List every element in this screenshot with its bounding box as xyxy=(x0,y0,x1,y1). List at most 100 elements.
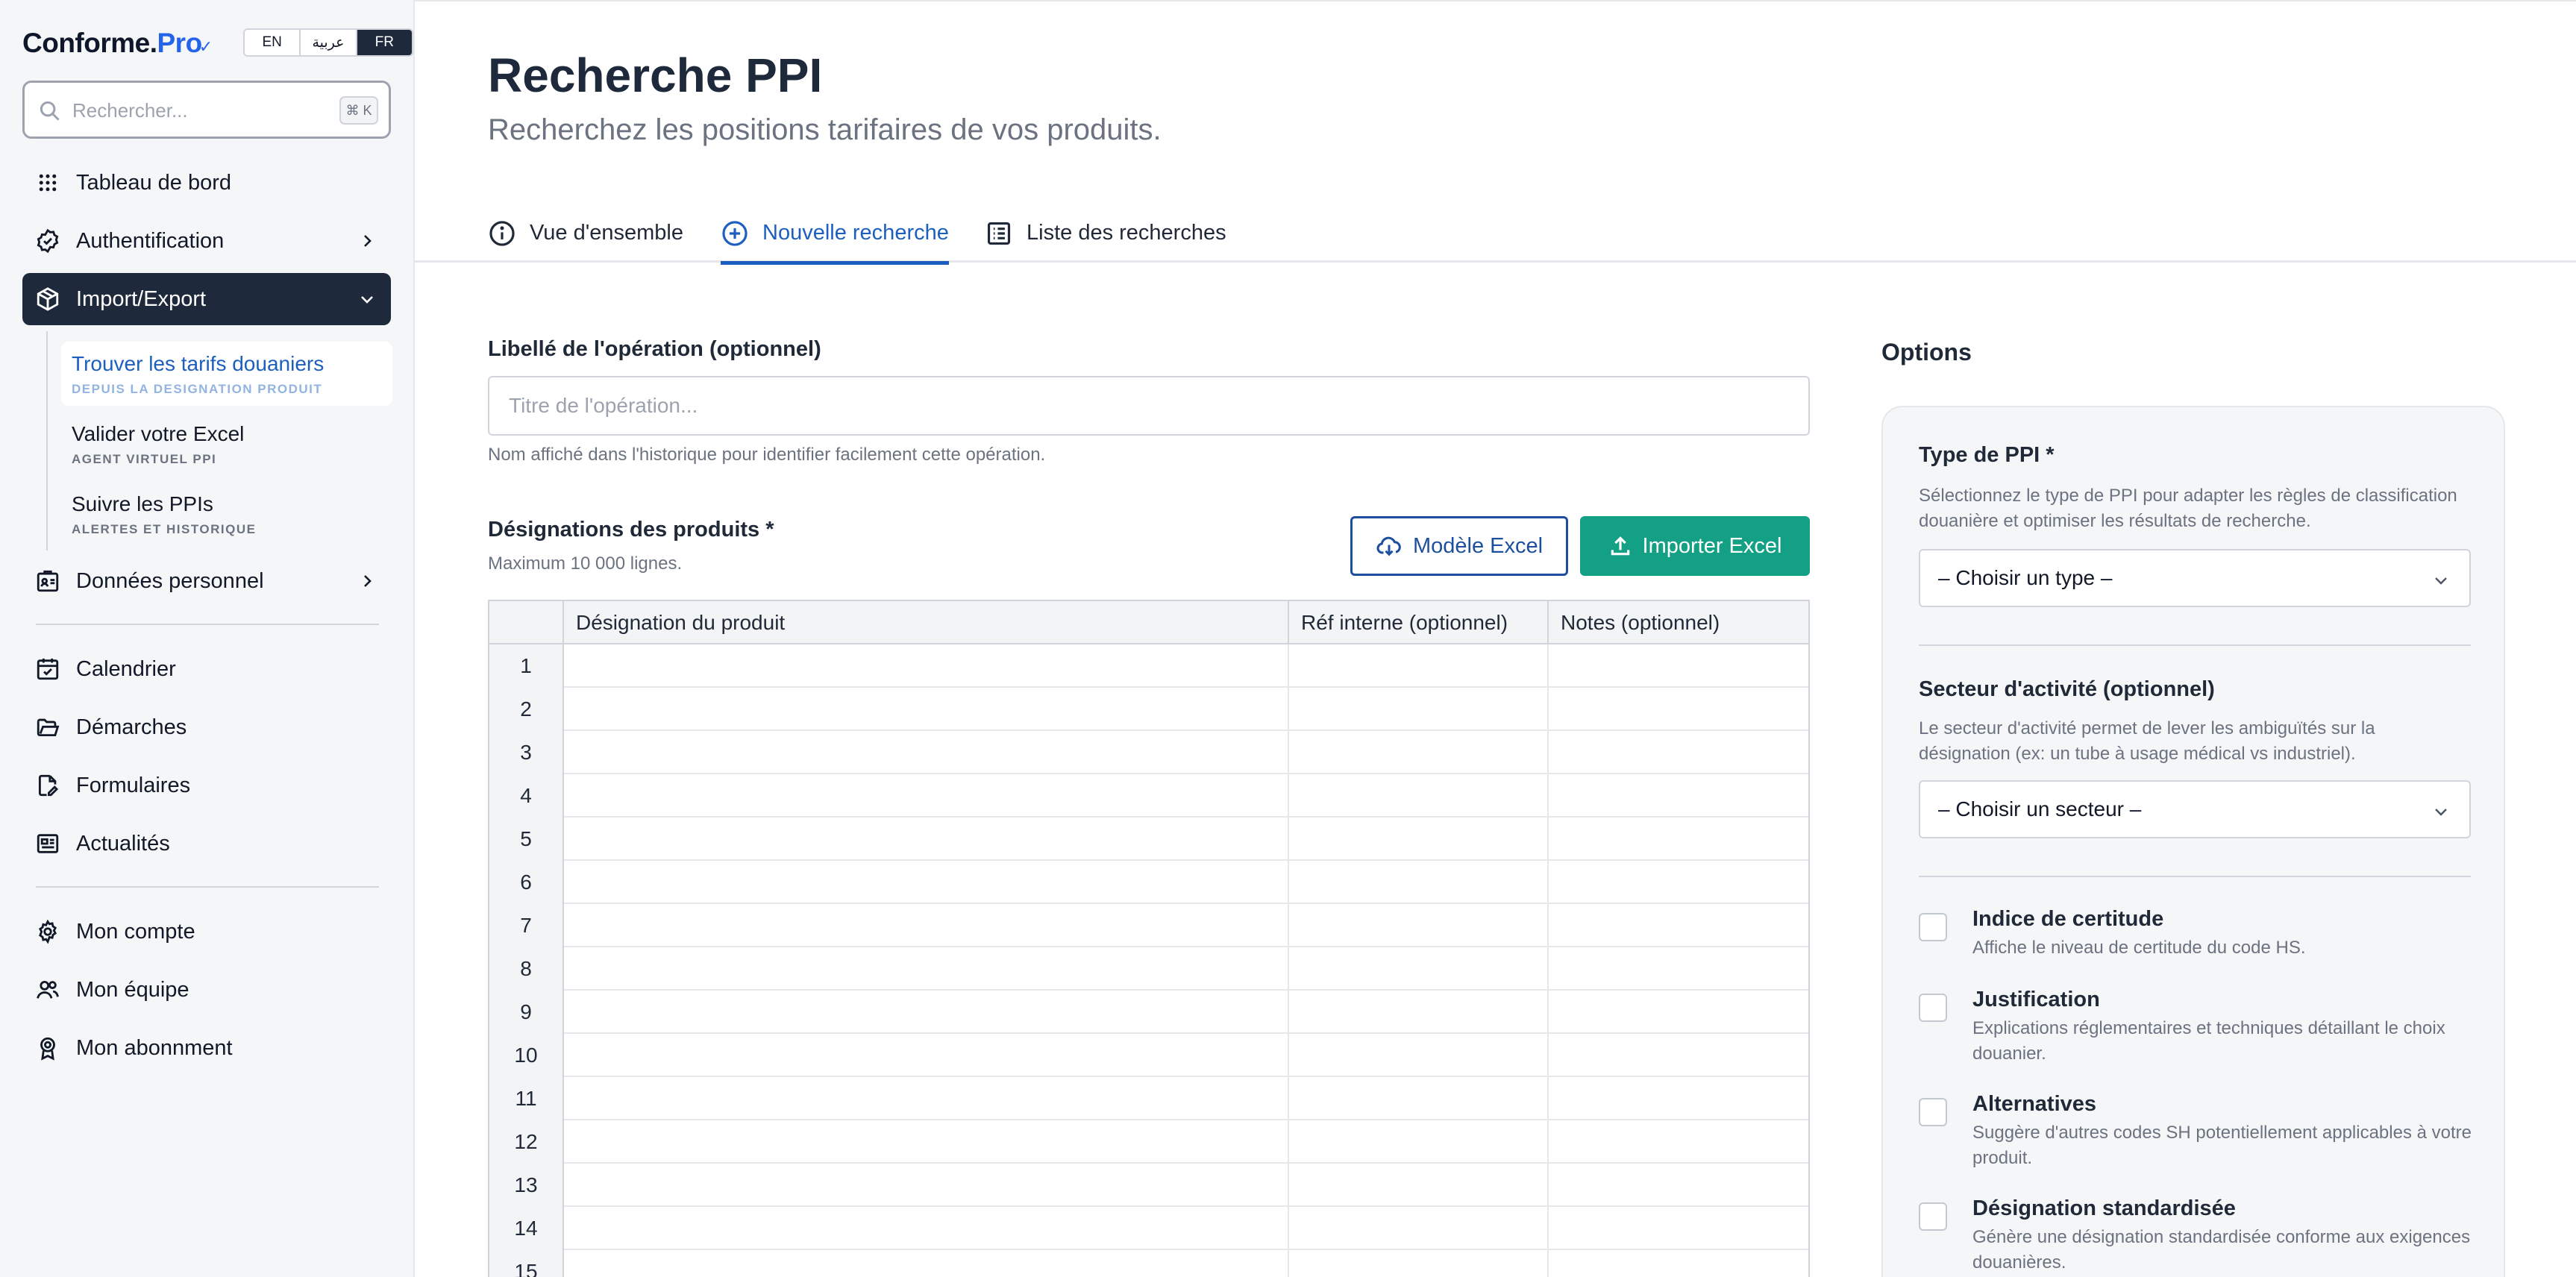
internal-ref-cell[interactable] xyxy=(1289,644,1549,688)
subnav-item-tariffs[interactable]: Trouver les tarifs douaniers DEPUIS LA D… xyxy=(61,342,392,406)
sidebar-item-forms[interactable]: Formulaires xyxy=(22,759,391,812)
subnav-item-follow-ppis[interactable]: Suivre les PPIs ALERTES ET HISTORIQUE xyxy=(61,482,392,546)
designation-cell[interactable] xyxy=(564,774,1289,818)
sidebar-item-team[interactable]: Mon équipe xyxy=(22,964,391,1016)
notes-cell[interactable] xyxy=(1549,947,1808,991)
sidebar-item-label: Formulaires xyxy=(76,773,191,797)
notes-cell[interactable] xyxy=(1549,644,1808,688)
column-header-notes[interactable]: Notes (optionnel) xyxy=(1549,601,1808,644)
sidebar-item-import-export[interactable]: Import/Export xyxy=(22,273,391,325)
designation-cell[interactable] xyxy=(564,1034,1289,1077)
table-row: 13 xyxy=(489,1164,1808,1207)
sidebar-item-label: Calendrier xyxy=(76,656,176,681)
internal-ref-cell[interactable] xyxy=(1289,861,1549,904)
designation-cell[interactable] xyxy=(564,1250,1289,1277)
sidebar: Conforme.Pro✓ EN عربية FR Rechercher... … xyxy=(0,0,415,1277)
tab-new-search[interactable]: Nouvelle recherche xyxy=(721,204,949,265)
designation-cell[interactable] xyxy=(564,688,1289,731)
tabs: Vue d'ensemble Nouvelle recherche Liste … xyxy=(415,189,2576,265)
excel-template-button[interactable]: Modèle Excel xyxy=(1350,516,1568,576)
column-header-internal-ref[interactable]: Réf interne (optionnel) xyxy=(1289,601,1549,644)
certainty-index-checkbox[interactable] xyxy=(1919,913,1947,941)
lang-fr[interactable]: FR xyxy=(357,30,412,55)
tab-search-list[interactable]: Liste des recherches xyxy=(985,204,1226,263)
notes-cell[interactable] xyxy=(1549,1034,1808,1077)
notes-cell[interactable] xyxy=(1549,861,1808,904)
column-header-designation[interactable]: Désignation du produit xyxy=(564,601,1289,644)
subnav-item-title: Trouver les tarifs douaniers xyxy=(72,352,325,375)
notes-cell[interactable] xyxy=(1549,1164,1808,1207)
sidebar-item-calendar[interactable]: Calendrier xyxy=(22,643,391,695)
info-icon xyxy=(489,221,515,246)
justification-checkbox[interactable] xyxy=(1919,994,1947,1022)
standard-designation-checkbox[interactable] xyxy=(1919,1202,1947,1231)
notes-cell[interactable] xyxy=(1549,688,1808,731)
notes-cell[interactable] xyxy=(1549,774,1808,818)
internal-ref-cell[interactable] xyxy=(1289,818,1549,861)
subnav-item-validate-excel[interactable]: Valider votre Excel AGENT VIRTUEL PPI xyxy=(61,412,392,476)
form-edit-icon xyxy=(33,771,63,800)
notes-cell[interactable] xyxy=(1549,1207,1808,1250)
sidebar-item-label: Actualités xyxy=(76,831,170,856)
sidebar-item-label: Données personnel xyxy=(76,568,264,593)
table-row: 11 xyxy=(489,1077,1808,1120)
lang-ar[interactable]: عربية xyxy=(301,30,357,55)
internal-ref-cell[interactable] xyxy=(1289,1077,1549,1120)
logo[interactable]: Conforme.Pro✓ xyxy=(22,27,213,63)
alternatives-checkbox[interactable] xyxy=(1919,1098,1947,1126)
notes-cell[interactable] xyxy=(1549,818,1808,861)
internal-ref-cell[interactable] xyxy=(1289,1164,1549,1207)
designation-cell[interactable] xyxy=(564,731,1289,774)
notes-cell[interactable] xyxy=(1549,1250,1808,1277)
designation-cell[interactable] xyxy=(564,1164,1289,1207)
internal-ref-cell[interactable] xyxy=(1289,774,1549,818)
import-excel-button[interactable]: Importer Excel xyxy=(1580,516,1810,576)
sidebar-item-authentication[interactable]: Authentification xyxy=(22,215,391,267)
sidebar-item-subscription[interactable]: Mon abonnment xyxy=(22,1022,391,1074)
operation-label: Libellé de l'opération (optionnel) xyxy=(488,337,821,361)
table-row: 4 xyxy=(489,774,1808,818)
table-row: 5 xyxy=(489,818,1808,861)
search-icon xyxy=(40,101,60,121)
search-input[interactable]: Rechercher... ⌘ K xyxy=(22,81,391,139)
notes-cell[interactable] xyxy=(1549,904,1808,947)
internal-ref-cell[interactable] xyxy=(1289,1207,1549,1250)
brand-row: Conforme.Pro✓ EN عربية FR xyxy=(22,27,413,63)
notes-cell[interactable] xyxy=(1549,731,1808,774)
designation-cell[interactable] xyxy=(564,904,1289,947)
notes-cell[interactable] xyxy=(1549,1120,1808,1164)
sidebar-item-personal-data[interactable]: Données personnel xyxy=(22,555,391,607)
internal-ref-cell[interactable] xyxy=(1289,688,1549,731)
designation-cell[interactable] xyxy=(564,1207,1289,1250)
designation-cell[interactable] xyxy=(564,818,1289,861)
ppi-type-select[interactable]: – Choisir un type – xyxy=(1919,549,2471,607)
sector-select[interactable]: – Choisir un secteur – xyxy=(1919,780,2471,838)
sidebar-item-label: Mon équipe xyxy=(76,977,189,1002)
designation-cell[interactable] xyxy=(564,644,1289,688)
internal-ref-cell[interactable] xyxy=(1289,731,1549,774)
lang-en[interactable]: EN xyxy=(245,30,301,55)
internal-ref-cell[interactable] xyxy=(1289,1250,1549,1277)
row-number: 10 xyxy=(489,1034,564,1077)
sidebar-item-account[interactable]: Mon compte xyxy=(22,906,391,958)
designation-cell[interactable] xyxy=(564,1077,1289,1120)
internal-ref-cell[interactable] xyxy=(1289,991,1549,1034)
tab-overview[interactable]: Vue d'ensemble xyxy=(488,204,683,263)
internal-ref-cell[interactable] xyxy=(1289,947,1549,991)
import-export-subnav: Trouver les tarifs douaniers DEPUIS LA D… xyxy=(46,331,392,550)
notes-cell[interactable] xyxy=(1549,1077,1808,1120)
designation-cell[interactable] xyxy=(564,861,1289,904)
internal-ref-cell[interactable] xyxy=(1289,1034,1549,1077)
internal-ref-cell[interactable] xyxy=(1289,1120,1549,1164)
award-icon xyxy=(33,1033,63,1063)
designation-cell[interactable] xyxy=(564,947,1289,991)
subnav-item-title: Suivre les PPIs xyxy=(72,492,213,515)
designation-cell[interactable] xyxy=(564,1120,1289,1164)
sidebar-item-dashboard[interactable]: Tableau de bord xyxy=(22,157,391,209)
operation-title-input[interactable]: Titre de l'opération... xyxy=(488,376,1810,436)
sidebar-item-news[interactable]: Actualités xyxy=(22,818,391,870)
internal-ref-cell[interactable] xyxy=(1289,904,1549,947)
sidebar-item-procedures[interactable]: Démarches xyxy=(22,701,391,753)
notes-cell[interactable] xyxy=(1549,991,1808,1034)
designation-cell[interactable] xyxy=(564,991,1289,1034)
